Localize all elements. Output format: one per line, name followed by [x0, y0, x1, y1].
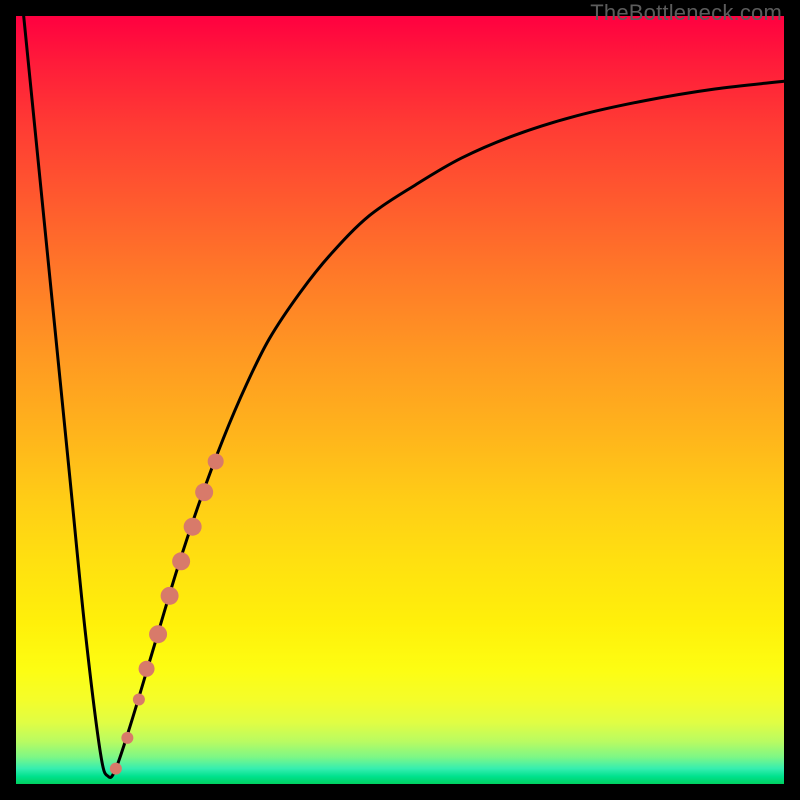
data-marker [149, 625, 167, 643]
data-marker [139, 661, 155, 677]
data-marker [184, 518, 202, 536]
data-marker [195, 483, 213, 501]
watermark-text: TheBottleneck.com [590, 0, 782, 26]
data-marker [133, 694, 145, 706]
data-marker [121, 732, 133, 744]
curve-overlay [16, 16, 784, 784]
data-marker [172, 552, 190, 570]
data-marker [161, 587, 179, 605]
data-marker [110, 763, 122, 775]
bottleneck-curve [24, 16, 784, 777]
data-marker [208, 453, 224, 469]
chart-canvas: TheBottleneck.com [0, 0, 800, 800]
